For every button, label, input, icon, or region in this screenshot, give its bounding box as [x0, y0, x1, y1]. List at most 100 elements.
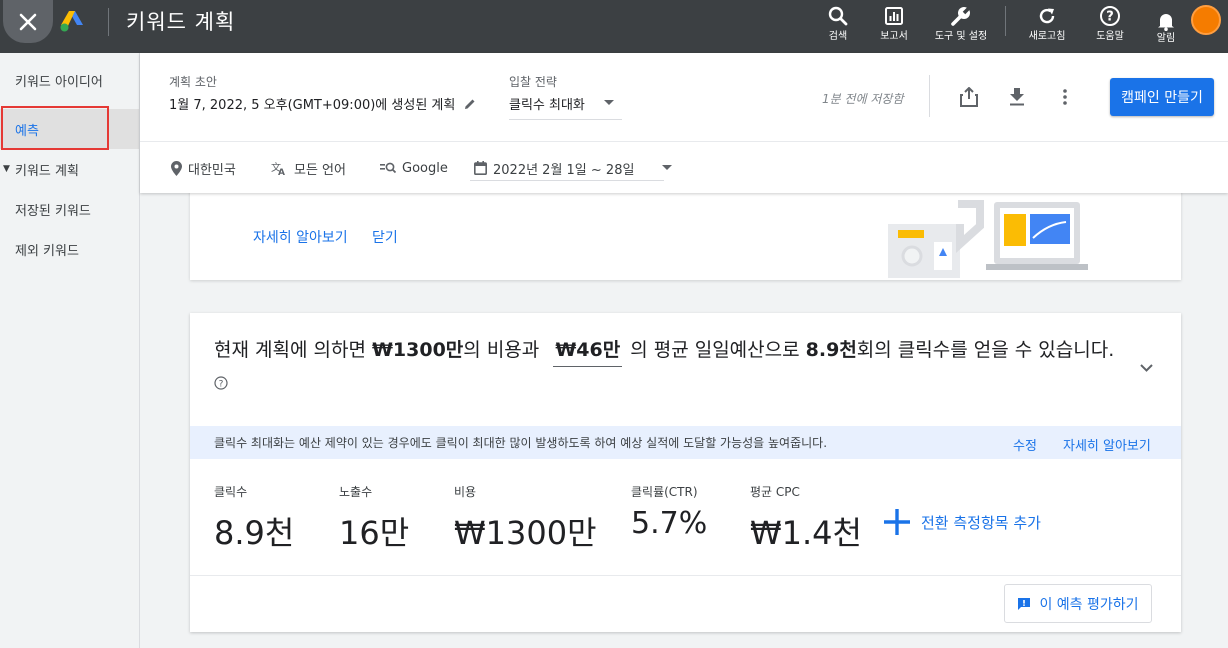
expand-button[interactable] — [1136, 358, 1156, 378]
headline-cost: ₩1300만 — [371, 339, 464, 361]
notifications-button[interactable]: 알림 — [1134, 4, 1198, 44]
plan-name-text: 1월 7, 2022, 5 오후(GMT+09:00)에 생성된 계획 — [169, 98, 456, 113]
plus-icon — [884, 509, 910, 535]
help-circle-icon[interactable]: ? — [214, 375, 228, 390]
svg-text:?: ? — [219, 379, 224, 389]
search-network-icon — [380, 162, 396, 174]
headline-text-4: 회의 클릭수를 얻을 수 있습니다. — [856, 339, 1115, 361]
add-conversion-label: 전환 측정항목 추가 — [921, 513, 1041, 532]
search-label: 검색 — [828, 31, 848, 42]
banner-text: 클릭수 최대화는 예산 제약이 있는 경우에도 클릭이 최대한 많이 발생하도록… — [214, 436, 828, 450]
plan-draft-label: 계획 초안 — [169, 75, 217, 89]
forecast-card: 현재 계획에 의하면 ₩1300만의 비용과 ₩46만 의 평균 일일예산으로 8… — [190, 313, 1181, 632]
feedback-icon — [1018, 597, 1031, 610]
more-options-button[interactable] — [1053, 85, 1077, 109]
download-icon — [1010, 88, 1024, 106]
bell-icon — [1158, 14, 1174, 31]
google-ads-logo — [60, 11, 83, 32]
metric-label: 노출수 — [339, 485, 373, 499]
bid-strategy-value: 클릭수 최대화 — [509, 98, 585, 113]
metric-impressions: 노출수 16만 — [339, 483, 409, 554]
metric-value: 16만 — [339, 514, 410, 552]
metric-value: 8.9천 — [214, 514, 295, 552]
headline-text-1: 현재 계획에 의하면 — [214, 339, 372, 361]
search-button[interactable]: 검색 — [806, 4, 870, 42]
metric-clicks: 클릭수 8.9천 — [214, 483, 294, 554]
metric-label: 클릭수 — [214, 485, 248, 499]
sidebar-item-negative-keywords[interactable]: 제외 키워드 — [0, 229, 139, 269]
banner-learn-more-link[interactable]: 자세히 알아보기 — [1063, 435, 1151, 454]
metric-value: ₩1.4천 — [750, 514, 862, 552]
metric-avg-cpc: 평균 CPC ₩1.4천 — [750, 483, 862, 554]
sidebar-item-label: 제외 키워드 — [15, 243, 79, 259]
tools-settings-button[interactable]: 도구 및 설정 — [928, 4, 994, 42]
card-separator — [190, 575, 1181, 576]
banner-edit-link[interactable]: 수정 — [1013, 435, 1037, 454]
language-filter[interactable]: 文A 모든 언어 — [271, 159, 346, 178]
network-value: Google — [402, 160, 448, 176]
headline-text-2: 의 비용과 — [463, 339, 540, 361]
help-icon: ? — [1100, 6, 1120, 26]
metric-label: 비용 — [454, 485, 477, 499]
close-button[interactable] — [3, 0, 53, 43]
create-campaign-button[interactable]: 캠페인 만들기 — [1110, 78, 1214, 116]
sidebar-item-keyword-ideas[interactable]: 키워드 아이디어 — [0, 60, 139, 100]
highlight-box — [1, 106, 109, 150]
share-icon — [960, 87, 978, 107]
sidebar-item-label: 키워드 계획 — [15, 163, 79, 179]
wrench-icon — [951, 5, 972, 26]
avatar[interactable] — [1191, 5, 1221, 35]
reports-button[interactable]: 보고서 — [862, 4, 926, 42]
rate-forecast-label: 이 예측 평가하기 — [1039, 596, 1139, 613]
help-label: 도움말 — [1096, 31, 1124, 42]
metric-ctr: 클릭률(CTR) 5.7% — [631, 483, 707, 541]
plan-name[interactable]: 1월 7, 2022, 5 오후(GMT+09:00)에 생성된 계획 — [169, 94, 477, 113]
sidebar-item-label: 키워드 아이디어 — [15, 74, 103, 90]
calendar-icon — [474, 161, 487, 175]
daily-budget-value[interactable]: ₩46만 — [553, 335, 623, 367]
page-title: 키워드 계획 — [126, 10, 236, 34]
info-learn-more-link[interactable]: 자세히 알아보기 — [253, 227, 348, 247]
metric-cost: 비용 ₩1300만 — [454, 483, 597, 554]
top-bar: 키워드 계획 검색 보고서 도구 및 설정 새로고침 ? 도움말 알림 — [0, 0, 1228, 53]
refresh-icon — [1039, 8, 1055, 24]
chevron-down-icon — [1139, 364, 1153, 372]
metric-label: 평균 CPC — [750, 485, 800, 499]
bid-strategy-banner: 클릭수 최대화는 예산 제약이 있는 경우에도 클릭이 최대한 많이 발생하도록… — [190, 426, 1181, 459]
search-icon — [828, 6, 848, 26]
metric-label: 클릭률(CTR) — [631, 485, 698, 499]
forecast-headline: 현재 계획에 의하면 ₩1300만의 비용과 ₩46만 의 평균 일일예산으로 8… — [214, 335, 1134, 398]
header-divider — [929, 75, 930, 117]
refresh-button[interactable]: 새로고침 — [1015, 4, 1079, 42]
headline-clicks: 8.9천 — [805, 339, 857, 361]
more-vert-icon — [1063, 89, 1067, 105]
caret-down-icon: ▼ — [3, 164, 10, 174]
date-range-filter[interactable]: 2022년 2월 1일 ~ 28일 — [474, 159, 673, 178]
location-pin-icon — [171, 160, 182, 176]
planner-illustration — [888, 200, 1088, 278]
add-conversion-metrics-button[interactable]: 전환 측정항목 추가 — [883, 508, 1041, 536]
notifications-label: 알림 — [1156, 33, 1176, 44]
download-button[interactable] — [1005, 85, 1029, 109]
close-icon — [19, 13, 37, 30]
svg-text:A: A — [278, 168, 285, 176]
network-filter[interactable]: Google — [380, 159, 448, 177]
location-filter[interactable]: 대한민국 — [171, 159, 236, 178]
location-value: 대한민국 — [188, 162, 236, 178]
share-button[interactable] — [957, 85, 981, 109]
sidebar-item-saved-keywords[interactable]: 저장된 키워드 — [0, 189, 139, 229]
help-button[interactable]: ? 도움말 — [1078, 4, 1142, 42]
svg-text:?: ? — [1106, 10, 1114, 25]
metric-value: ₩1300만 — [454, 514, 597, 552]
bid-strategy-select[interactable]: 클릭수 최대화 — [509, 86, 622, 120]
toolbar-divider — [1005, 6, 1006, 36]
info-close-link[interactable]: 닫기 — [372, 227, 398, 247]
rate-forecast-button[interactable]: 이 예측 평가하기 — [1004, 584, 1152, 623]
sidebar-item-keyword-plan[interactable]: ▼ 키워드 계획 — [0, 149, 139, 189]
title-divider — [108, 8, 109, 36]
plan-header: 계획 초안 1월 7, 2022, 5 오후(GMT+09:00)에 생성된 계… — [140, 53, 1228, 193]
translate-icon: 文A — [271, 161, 285, 176]
language-value: 모든 언어 — [294, 162, 346, 178]
headline-text-3: 의 평균 일일예산으로 — [630, 339, 806, 361]
sidebar-item-label: 저장된 키워드 — [15, 203, 91, 219]
